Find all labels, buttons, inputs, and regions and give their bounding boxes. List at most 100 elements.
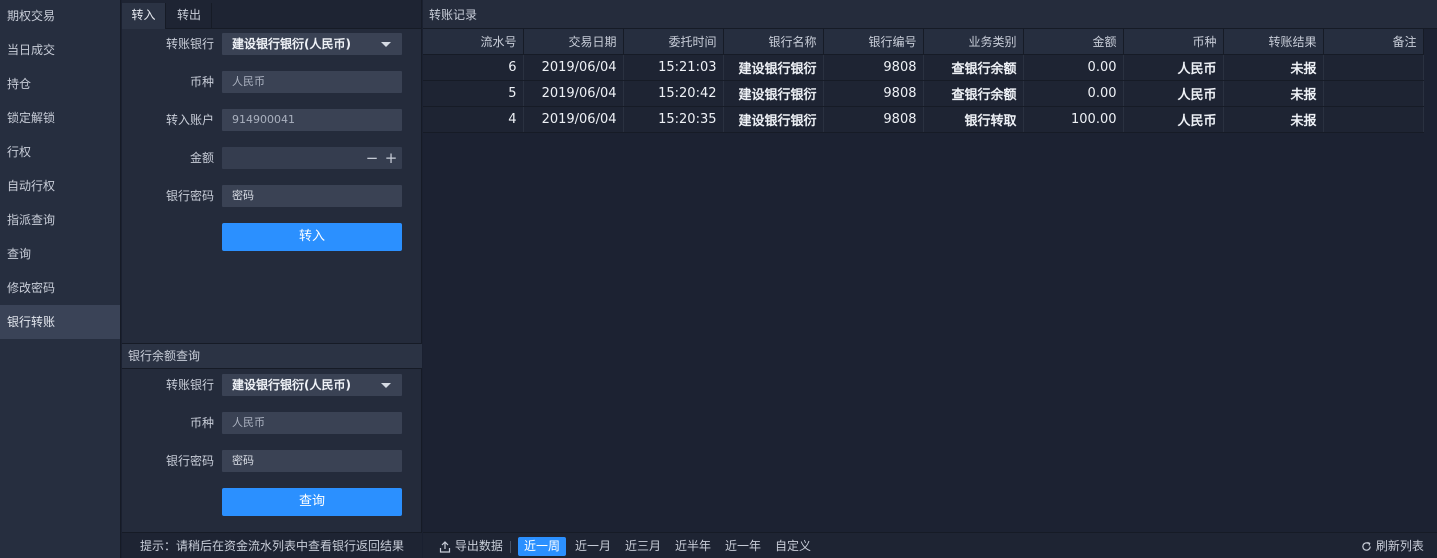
cell-date: 2019/06/04: [523, 80, 624, 107]
cell-time: 15:20:42: [623, 80, 724, 107]
range-half-year[interactable]: 近半年: [675, 537, 711, 556]
amount-input[interactable]: − +: [222, 147, 402, 169]
records-toolbar: 导出数据 近一周 近一月 近三月 近半年 近一年 自定义 刷新列表: [423, 532, 1437, 558]
refresh-icon: [1362, 541, 1371, 551]
sidebar-item-today-deals[interactable]: 当日成交: [0, 33, 120, 67]
sidebar-item-positions[interactable]: 持仓: [0, 67, 120, 101]
cell-business-type: 查银行余额: [923, 54, 1024, 81]
column-header[interactable]: 币种: [1123, 29, 1224, 55]
column-header[interactable]: 银行名称: [723, 29, 824, 55]
balance-query-header: 银行余额查询: [122, 343, 422, 369]
records-title: 转账记录: [423, 0, 1437, 29]
balance-query-button[interactable]: 查询: [222, 488, 402, 516]
cell-currency: 人民币: [1123, 54, 1224, 81]
table-row[interactable]: 5 2019/06/04 15:20:42 建设银行银衍 9808 查银行余额 …: [423, 80, 1424, 107]
cell-result: 未报: [1223, 54, 1324, 81]
column-header[interactable]: 银行编号: [823, 29, 924, 55]
cell-amount: 100.00: [1023, 106, 1124, 133]
transfer-panel: 转入 转出 转账银行 建设银行银衍(人民币) 币种 人民币 转入账户 91490…: [122, 0, 422, 558]
column-header[interactable]: 交易日期: [523, 29, 624, 55]
plus-icon[interactable]: +: [383, 147, 399, 169]
export-label: 导出数据: [454, 539, 503, 553]
minus-icon[interactable]: −: [364, 147, 380, 169]
sidebar-item-change-password[interactable]: 修改密码: [0, 271, 120, 305]
cell-serial: 5: [423, 80, 524, 107]
export-icon: [439, 540, 451, 553]
balance-password-label: 银行密码: [165, 454, 214, 468]
cell-amount: 0.00: [1023, 54, 1124, 81]
balance-password-input[interactable]: 密码: [222, 450, 402, 472]
balance-bank-select[interactable]: 建设银行银衍(人民币): [222, 374, 402, 396]
cell-time: 15:21:03: [623, 54, 724, 81]
password-label: 银行密码: [165, 189, 214, 203]
cell-bank-code: 9808: [823, 80, 924, 107]
table-row[interactable]: 6 2019/06/04 15:21:03 建设银行银衍 9808 查银行余额 …: [423, 54, 1424, 81]
cell-bank-name: 建设银行银衍: [723, 106, 824, 133]
sidebar-item-assignment-query[interactable]: 指派查询: [0, 203, 120, 237]
column-header[interactable]: 流水号: [423, 29, 524, 55]
transfer-tabs: 转入 转出: [122, 0, 421, 29]
balance-currency-row: 币种 人民币: [122, 412, 422, 434]
chevron-down-icon: [381, 383, 391, 388]
sidebar-item-auto-exercise[interactable]: 自动行权: [0, 169, 120, 203]
password-row: 银行密码 密码: [122, 185, 422, 207]
cell-serial: 6: [423, 54, 524, 81]
tab-transfer-in[interactable]: 转入: [122, 3, 166, 29]
cell-result: 未报: [1223, 106, 1324, 133]
cell-bank-code: 9808: [823, 54, 924, 81]
cell-currency: 人民币: [1123, 80, 1224, 107]
cell-time: 15:20:35: [623, 106, 724, 133]
records-table: 流水号 交易日期 委托时间 银行名称 银行编号 业务类别 金额 币种 转账结果 …: [423, 29, 1424, 133]
sidebar-item-lock-unlock[interactable]: 锁定解锁: [0, 101, 120, 135]
cell-result: 未报: [1223, 80, 1324, 107]
range-one-year[interactable]: 近一年: [725, 537, 761, 556]
sidebar-item-exercise[interactable]: 行权: [0, 135, 120, 169]
column-header[interactable]: 业务类别: [923, 29, 1024, 55]
range-three-months[interactable]: 近三月: [625, 537, 661, 556]
bank-select[interactable]: 建设银行银衍(人民币): [222, 33, 402, 55]
balance-currency-label: 币种: [189, 416, 214, 430]
cell-date: 2019/06/04: [523, 106, 624, 133]
column-header[interactable]: 备注: [1323, 29, 1424, 55]
cell-remark: [1323, 80, 1424, 107]
transfer-in-button[interactable]: 转入: [222, 223, 402, 251]
balance-bank-label: 转账银行: [165, 378, 214, 392]
column-header[interactable]: 金额: [1023, 29, 1124, 55]
cell-amount: 0.00: [1023, 80, 1124, 107]
refresh-button[interactable]: 刷新列表: [1361, 537, 1424, 556]
account-label: 转入账户: [165, 113, 214, 127]
sidebar-item-bank-transfer[interactable]: 银行转账: [0, 305, 120, 339]
column-header[interactable]: 委托时间: [623, 29, 724, 55]
table-row[interactable]: 4 2019/06/04 15:20:35 建设银行银衍 9808 银行转取 1…: [423, 106, 1424, 133]
password-input[interactable]: 密码: [222, 185, 402, 207]
tab-transfer-out[interactable]: 转出: [167, 3, 212, 29]
bank-row: 转账银行 建设银行银衍(人民币): [122, 33, 422, 55]
cell-date: 2019/06/04: [523, 54, 624, 81]
cell-bank-code: 9808: [823, 106, 924, 133]
records-panel: 转账记录 流水号 交易日期 委托时间 银行名称 银行编号 业务类别 金额 币种 …: [423, 0, 1437, 558]
export-button[interactable]: 导出数据: [439, 537, 503, 556]
cell-remark: [1323, 54, 1424, 81]
sidebar-item-query[interactable]: 查询: [0, 237, 120, 271]
balance-password-row: 银行密码 密码: [122, 450, 422, 472]
cell-bank-name: 建设银行银衍: [723, 54, 824, 81]
sidebar-item-options-trading[interactable]: 期权交易: [0, 0, 120, 33]
chevron-down-icon: [381, 42, 391, 47]
range-one-month[interactable]: 近一月: [575, 537, 611, 556]
cell-currency: 人民币: [1123, 106, 1224, 133]
cell-bank-name: 建设银行银衍: [723, 80, 824, 107]
bank-select-value: 建设银行银衍(人民币): [232, 37, 351, 51]
range-custom[interactable]: 自定义: [775, 537, 811, 556]
table-header-row: 流水号 交易日期 委托时间 银行名称 银行编号 业务类别 金额 币种 转账结果 …: [423, 29, 1424, 55]
range-one-week[interactable]: 近一周: [518, 537, 567, 556]
column-header[interactable]: 转账结果: [1223, 29, 1324, 55]
cell-serial: 4: [423, 106, 524, 133]
refresh-label: 刷新列表: [1375, 539, 1424, 553]
toolbar-divider: [510, 541, 511, 553]
cell-remark: [1323, 106, 1424, 133]
balance-bank-select-value: 建设银行银衍(人民币): [232, 378, 351, 392]
currency-field: 人民币: [222, 71, 402, 93]
amount-label: 金额: [189, 151, 214, 165]
balance-bank-row: 转账银行 建设银行银衍(人民币): [122, 374, 422, 396]
balance-currency-field: 人民币: [222, 412, 402, 434]
